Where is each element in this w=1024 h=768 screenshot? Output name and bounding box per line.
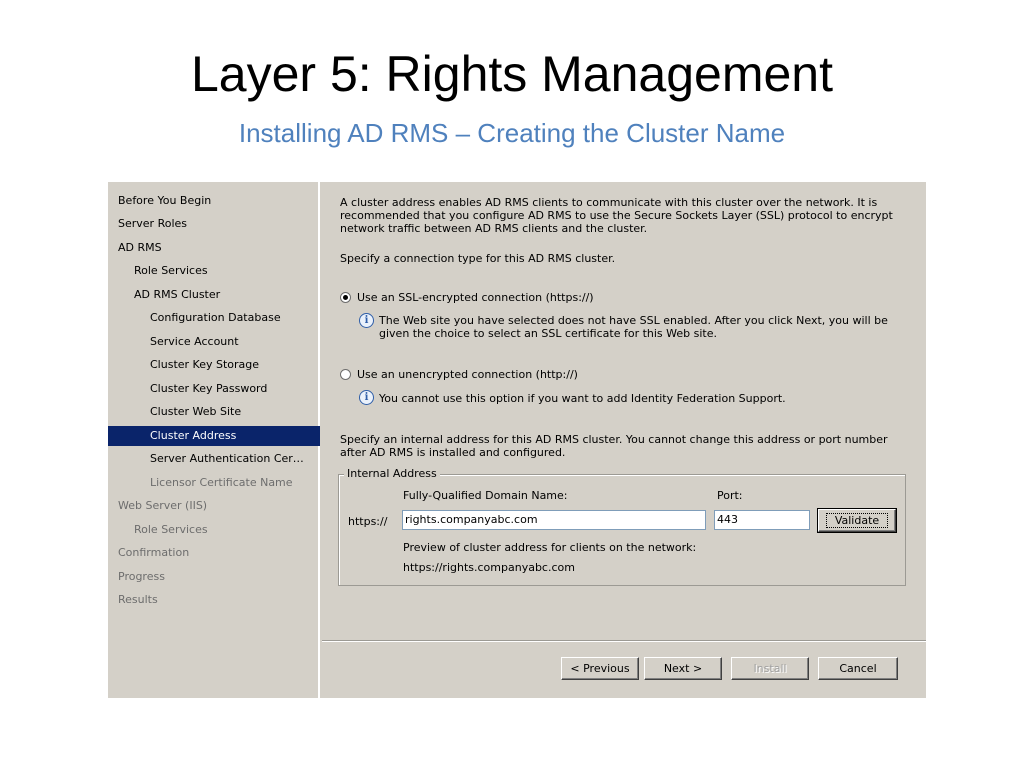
intro-text: A cluster address enables AD RMS clients… xyxy=(340,196,893,235)
nav-item-cluster-address[interactable]: Cluster Address xyxy=(108,426,320,446)
address-prompt: Specify an internal address for this AD … xyxy=(340,433,888,459)
preview-value: https://rights.companyabc.com xyxy=(403,561,575,574)
port-input[interactable]: 443 xyxy=(714,510,810,530)
validate-button[interactable]: Validate xyxy=(817,508,897,533)
information-icon: i xyxy=(359,390,374,405)
nav-item-server-authentication-certificate[interactable]: Server Authentication Certificate xyxy=(108,449,320,469)
install-button: Install xyxy=(731,657,809,680)
port-label: Port: xyxy=(717,489,743,502)
http-info-text: You cannot use this option if you want t… xyxy=(379,392,786,405)
nav-item-role-services[interactable]: Role Services xyxy=(108,261,320,281)
nav-item-web-server-iis: Web Server (IIS) xyxy=(118,499,208,512)
footer-separator xyxy=(322,640,926,642)
fqdn-label: Fully-Qualified Domain Name: xyxy=(403,489,568,502)
nav-item-cluster-web-site[interactable]: Cluster Web Site xyxy=(108,402,320,422)
wizard-navigation: Before You Begin Server Roles AD RMS Rol… xyxy=(108,182,320,698)
ssl-info-text: The Web site you have selected does not … xyxy=(379,314,888,340)
nav-item-cluster-key-storage[interactable]: Cluster Key Storage xyxy=(108,355,320,375)
nav-item-before-you-begin[interactable]: Before You Begin xyxy=(108,191,320,211)
preview-label: Preview of cluster address for clients o… xyxy=(403,541,697,554)
internal-address-legend: Internal Address xyxy=(344,467,440,481)
ssl-radio-label[interactable]: Use an SSL-encrypted connection (https:/… xyxy=(357,291,594,304)
nav-item-confirmation: Confirmation xyxy=(118,546,190,559)
slide-subtitle: Installing AD RMS – Creating the Cluster… xyxy=(238,118,786,148)
nav-item-cluster-key-password[interactable]: Cluster Key Password xyxy=(108,379,320,399)
nav-item-service-account[interactable]: Service Account xyxy=(108,332,320,352)
http-radio-label[interactable]: Use an unencrypted connection (http://) xyxy=(357,368,578,381)
ssl-radio-button[interactable] xyxy=(340,292,351,303)
cancel-button[interactable]: Cancel xyxy=(818,657,898,680)
slide-title: Layer 5: Rights Management xyxy=(190,46,834,102)
scheme-label: https:// xyxy=(348,515,388,528)
information-icon: i xyxy=(359,313,374,328)
wizard-content: A cluster address enables AD RMS clients… xyxy=(322,182,926,640)
nav-item-progress: Progress xyxy=(118,570,165,583)
fqdn-input[interactable]: rights.companyabc.com xyxy=(402,510,706,530)
nav-item-configuration-database[interactable]: Configuration Database xyxy=(108,308,320,328)
next-button[interactable]: Next > xyxy=(644,657,722,680)
http-radio-button[interactable] xyxy=(340,369,351,380)
ad-rms-wizard: Before You Begin Server Roles AD RMS Rol… xyxy=(108,182,926,698)
nav-item-server-roles[interactable]: Server Roles xyxy=(108,214,320,234)
nav-item-ad-rms[interactable]: AD RMS xyxy=(108,238,320,258)
validate-button-label: Validate xyxy=(825,513,889,528)
nav-item-iis-role-services: Role Services xyxy=(134,523,208,536)
connection-prompt: Specify a connection type for this AD RM… xyxy=(340,252,616,265)
nav-item-ad-rms-cluster[interactable]: AD RMS Cluster xyxy=(108,285,320,305)
previous-button[interactable]: < Previous xyxy=(561,657,639,680)
nav-item-results: Results xyxy=(118,593,158,606)
nav-item-licensor-certificate-name: Licensor Certificate Name xyxy=(150,476,293,489)
